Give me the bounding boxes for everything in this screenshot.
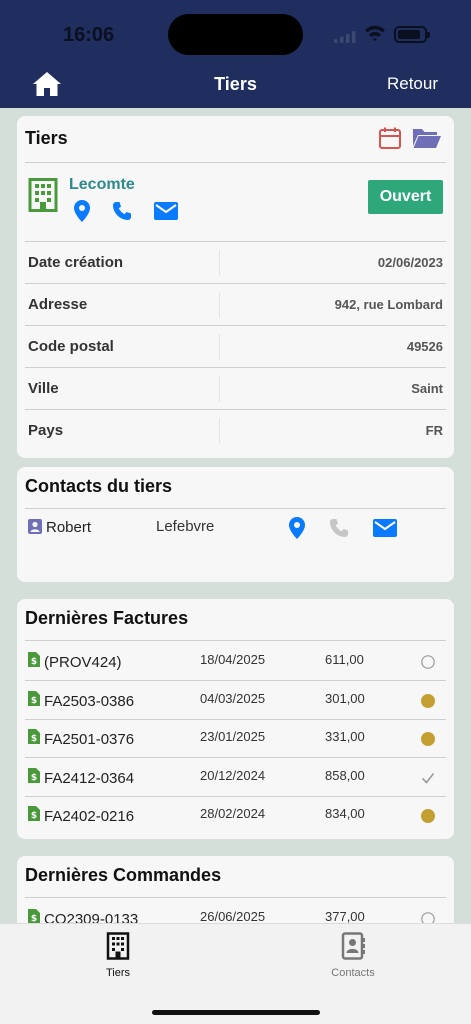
- field-value: Saint: [411, 381, 443, 396]
- orders-card: Dernières Commandes $ CO2309-0133 26/06/20…: [17, 856, 454, 923]
- document-date: 18/04/2025: [200, 652, 266, 667]
- document-amount: 611,00: [325, 652, 364, 667]
- tiers-card-title: Tiers: [25, 128, 68, 148]
- svg-text:$: $: [31, 696, 37, 706]
- tab-label: Tiers: [105, 967, 131, 979]
- document-amount: 834,00: [325, 806, 365, 821]
- svg-text:$: $: [31, 657, 37, 667]
- field-label: Date création: [28, 254, 124, 271]
- dynamic-island: [168, 14, 303, 55]
- document-ref: FA2501-0376: [44, 731, 135, 748]
- document-ref: FA2412-0364: [44, 769, 135, 787]
- wifi-icon: [365, 25, 385, 41]
- contacts-card-title: Contacts du tiers: [25, 476, 173, 496]
- tiers-card: Tiers Lecomte Ouvert Date création 02/06…: [17, 116, 454, 458]
- field-label: Adresse: [28, 296, 88, 313]
- document-row[interactable]: $ CO2309-0133 26/06/2025 377,00: [25, 899, 446, 923]
- building-icon: [106, 932, 130, 960]
- document-date: 20/12/2024: [200, 767, 266, 783]
- phone-icon: [330, 519, 348, 537]
- building-icon: [28, 178, 58, 212]
- invoice-document-icon: $: [28, 806, 40, 821]
- back-button[interactable]: Retour: [387, 74, 438, 94]
- status-open-badge[interactable]: Ouvert: [368, 180, 443, 214]
- status-unpaid-icon: [421, 809, 435, 823]
- tab-label: Contacts: [331, 967, 375, 979]
- field-ville: Ville Saint: [25, 368, 446, 410]
- invoice-document-icon: $: [28, 652, 40, 667]
- battery-icon: [394, 26, 430, 43]
- orders-card-title: Dernières Commandes: [25, 865, 222, 885]
- document-ref: CO2309-0133: [44, 911, 139, 923]
- field-value: FR: [425, 423, 443, 438]
- document-date: 04/03/2025: [200, 690, 266, 706]
- home-indicator: [152, 1010, 320, 1015]
- field-label: Code postal: [28, 338, 114, 355]
- map-pin-icon[interactable]: [289, 517, 305, 539]
- invoices-card: Dernières Factures $ (PROV424) 18/04/2025 6…: [17, 599, 454, 839]
- invoice-document-icon: $: [28, 729, 40, 744]
- field-label: Ville: [28, 380, 59, 397]
- status-draft-icon: [421, 655, 435, 669]
- invoice-document-icon: $: [28, 909, 40, 923]
- status-paid-check-icon: [421, 772, 435, 784]
- field-value: 942, rue Lombard: [334, 297, 443, 312]
- contact-row[interactable]: Robert Lefebvre: [25, 517, 446, 547]
- field-label: Pays: [28, 422, 64, 439]
- status-bar: 16:06: [0, 0, 471, 60]
- document-row[interactable]: $ (PROV424) 18/04/2025 611,00: [25, 642, 446, 680]
- document-row[interactable]: $ FA2402-0216 28/02/2024 834,00: [25, 796, 446, 834]
- document-ref: (PROV424): [44, 654, 122, 671]
- status-time: 16:06: [63, 24, 115, 46]
- contact-first-name: Robert: [46, 519, 92, 536]
- document-amount: 301,00: [325, 690, 365, 706]
- document-amount: 331,00: [325, 729, 365, 744]
- document-ref: FA2402-0216: [44, 808, 135, 825]
- contacts-card: Contacts du tiers Robert Lefebvre: [17, 467, 454, 582]
- tab-tiers[interactable]: Tiers: [58, 932, 178, 979]
- status-unpaid-icon: [421, 693, 435, 708]
- email-icon[interactable]: [154, 202, 178, 220]
- field-value: 49526: [406, 339, 443, 354]
- invoice-document-icon: $: [28, 767, 40, 783]
- tab-bar: Tiers Contacts: [0, 923, 471, 1024]
- contact-last-name: Lefebvre: [156, 518, 215, 535]
- svg-text:$: $: [31, 734, 37, 744]
- map-pin-icon[interactable]: [74, 200, 90, 222]
- svg-text:$: $: [31, 773, 37, 783]
- document-row[interactable]: $ FA2503-0386 04/03/2025 301,00: [25, 681, 446, 719]
- field-value: 02/06/2023: [377, 255, 443, 270]
- svg-text:$: $: [31, 811, 37, 821]
- document-date: 28/02/2024: [200, 806, 266, 821]
- field-pays: Pays FR: [25, 410, 446, 452]
- field-code-postal: Code postal 49526: [25, 326, 446, 368]
- document-amount: 377,00: [325, 909, 365, 923]
- phone-icon[interactable]: [112, 201, 132, 221]
- svg-text:$: $: [31, 914, 37, 923]
- document-date: 23/01/2025: [200, 729, 266, 744]
- document-row[interactable]: $ FA2501-0376 23/01/2025 331,00: [25, 719, 446, 757]
- home-icon[interactable]: [32, 70, 62, 98]
- document-amount: 858,00: [325, 767, 365, 783]
- nav-bar: Tiers Retour: [0, 60, 471, 108]
- document-date: 26/06/2025: [200, 909, 266, 923]
- status-draft-icon: [421, 912, 435, 923]
- field-date-creation: Date création 02/06/2023: [25, 242, 446, 284]
- status-unpaid-icon: [421, 732, 435, 746]
- email-icon[interactable]: [373, 519, 397, 537]
- field-adresse: Adresse 942, rue Lombard: [25, 284, 446, 326]
- invoice-document-icon: $: [28, 690, 40, 706]
- document-ref: FA2503-0386: [44, 692, 135, 710]
- calendar-icon[interactable]: [378, 126, 402, 150]
- folder-open-icon[interactable]: [412, 126, 442, 150]
- address-book-icon: [341, 932, 365, 960]
- document-row[interactable]: $ FA2412-0364 20/12/2024 858,00: [25, 758, 446, 796]
- content-scroll[interactable]: Tiers Lecomte Ouvert Date création 02/06…: [0, 108, 471, 923]
- signal-icon: [334, 31, 356, 43]
- tab-contacts[interactable]: Contacts: [293, 932, 413, 979]
- company-name[interactable]: Lecomte: [69, 176, 135, 194]
- contact-card-icon: [28, 519, 42, 534]
- invoices-card-title: Dernières Factures: [25, 608, 189, 628]
